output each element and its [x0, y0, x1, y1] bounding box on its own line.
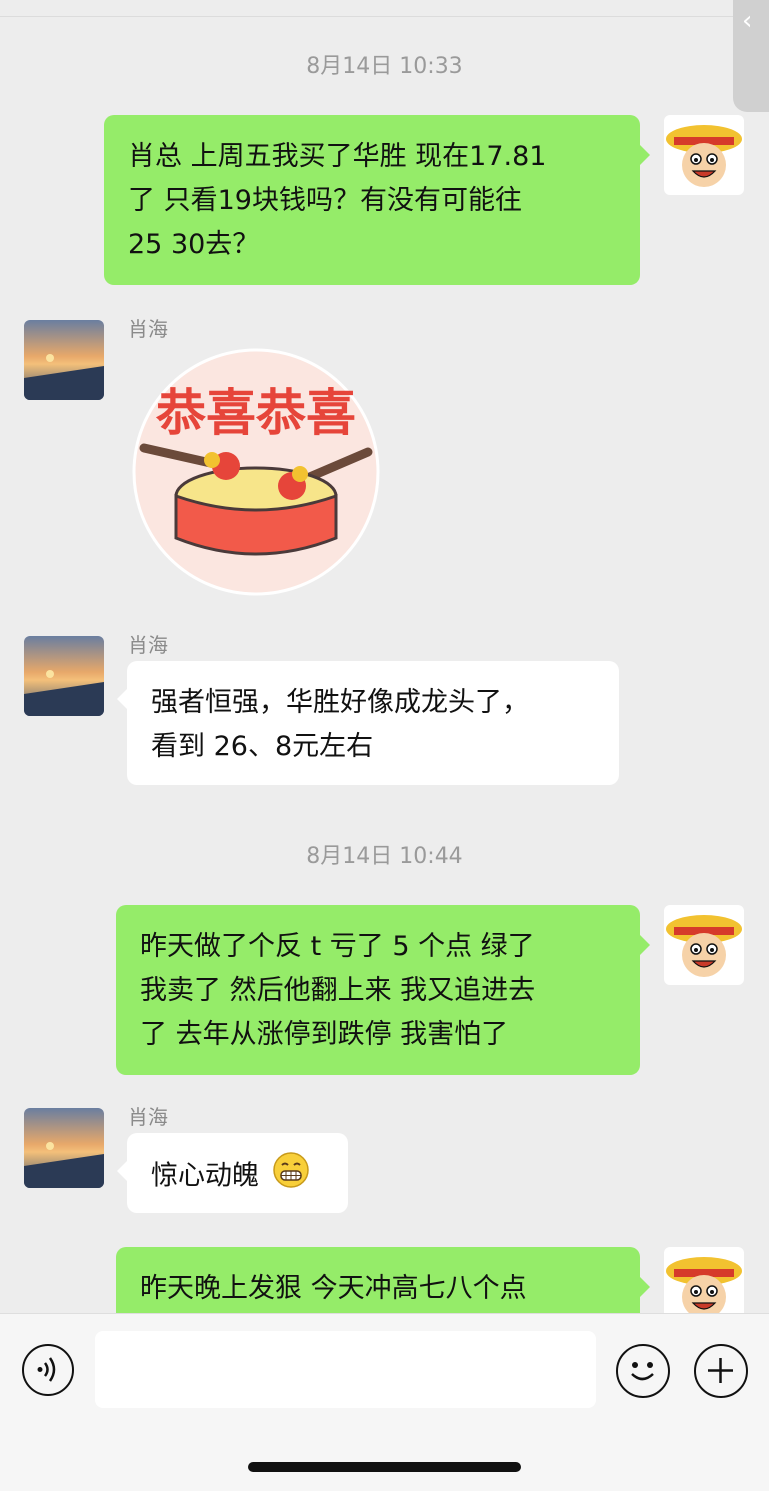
top-divider [0, 0, 769, 17]
message-text: 惊心动魄 [151, 1160, 259, 1192]
contact-avatar[interactable] [24, 320, 104, 400]
sticker-text: 恭喜恭喜 [155, 384, 356, 442]
grin-emoji-icon [272, 1151, 310, 1203]
input-bar [0, 1313, 769, 1491]
sender-name: 肖海 [128, 633, 168, 657]
message-line: 肖总 上周五我买了华胜 现在17.81 [128, 141, 547, 172]
message-line: 了 只看19块钱吗？有没有可能往 [128, 185, 522, 216]
timestamp: 8月14日 10:33 [306, 54, 463, 79]
timestamp: 8月14日 10:44 [306, 844, 463, 869]
their-message-bubble[interactable]: 强者恒强，华胜好像成龙头了， 看到 26、8元左右 [117, 661, 619, 785]
plus-icon[interactable] [694, 1344, 748, 1398]
message-line: 强者恒强，华胜好像成龙头了， [151, 687, 529, 718]
voice-icon[interactable] [22, 1344, 74, 1396]
my-avatar[interactable] [664, 905, 744, 985]
sender-name: 肖海 [128, 317, 168, 341]
my-message-bubble[interactable]: 肖总 上周五我买了华胜 现在17.81 了 只看19块钱吗？有没有可能往 25 … [104, 115, 650, 285]
my-avatar[interactable] [664, 115, 744, 195]
chevron-left-icon: ‹ [742, 6, 753, 36]
message-input[interactable] [95, 1331, 596, 1408]
message-line: 看到 26、8元左右 [151, 731, 374, 762]
contact-avatar[interactable] [24, 1108, 104, 1188]
message-line: 25 30去？ [128, 229, 260, 260]
home-indicator[interactable] [248, 1462, 521, 1472]
my-message-bubble[interactable]: 昨天做了个反 t 亏了 5 个点 绿了 我卖了 然后他翻上来 我又追进去 了 去… [116, 905, 650, 1075]
message-line: 昨天做了个反 t 亏了 5 个点 绿了 [140, 931, 535, 962]
emoji-icon[interactable] [616, 1344, 670, 1398]
contact-avatar[interactable] [24, 636, 104, 716]
congrats-sticker[interactable]: 恭喜恭喜 [132, 348, 380, 596]
message-line: 昨天晚上发狠 今天冲高七八个点 [140, 1273, 527, 1304]
message-line: 了 去年从涨停到跌停 我害怕了 [140, 1019, 509, 1050]
sender-name: 肖海 [128, 1105, 168, 1129]
message-line: 我卖了 然后他翻上来 我又追进去 [140, 975, 536, 1006]
their-message-bubble[interactable]: 惊心动魄 [117, 1133, 348, 1213]
